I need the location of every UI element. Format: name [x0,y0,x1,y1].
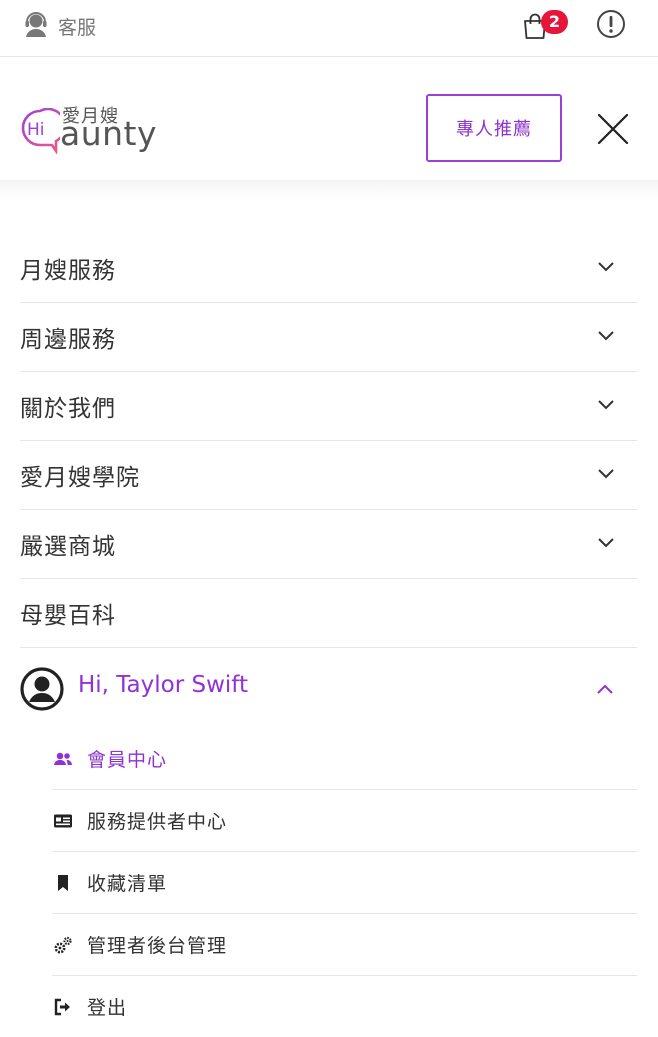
top-bar: 客服 2 [0,0,658,57]
sign-out-icon [52,996,74,1018]
info-button[interactable] [596,9,626,39]
logo-hi-text: Hi [27,120,45,140]
submenu-item-provider-center[interactable]: 服務提供者中心 [52,790,637,852]
menu-item-related-services[interactable]: 周邊服務 [20,303,637,372]
submenu-item-label: 服務提供者中心 [87,811,228,833]
recommend-button[interactable]: 專人推薦 [426,94,562,162]
chevron-down-icon [598,469,614,479]
menu-item-academy[interactable]: 愛月嫂學院 [20,441,637,510]
submenu-item-label: 收藏清單 [87,873,168,895]
menu-item-label: 愛月嫂學院 [20,465,140,491]
user-account-toggle[interactable]: Hi, Taylor Swift [20,664,637,714]
users-icon [52,748,74,770]
hi-bubble-logo: Hi [21,108,60,154]
cart-count-badge: 2 [541,10,568,34]
submenu-item-logout[interactable]: 登出 [52,976,637,1037]
cart-button[interactable]: 2 [522,10,570,42]
gears-icon [52,934,74,956]
menu-item-label: 嚴選商城 [20,534,116,560]
customer-service-label: 客服 [58,16,97,39]
customer-service-link[interactable]: 客服 [22,10,96,42]
id-card-icon [52,810,74,832]
chevron-up-icon [597,684,613,694]
submenu-item-admin[interactable]: 管理者後台管理 [52,914,637,976]
main-menu: 月嫂服務 周邊服務 關於我們 愛月嫂學院 嚴選商城 母嬰百科 [20,234,637,648]
site-logo[interactable]: Hi 愛月嫂 aunty [20,100,160,160]
menu-item-label: 周邊服務 [20,327,116,353]
menu-item-about-us[interactable]: 關於我們 [20,372,637,441]
close-icon [596,113,630,150]
headset-icon [22,10,50,42]
menu-item-shop[interactable]: 嚴選商城 [20,510,637,579]
chevron-down-icon [598,538,614,548]
chevron-down-icon [598,262,614,272]
logo-english-name: aunty [60,114,158,153]
bookmark-icon [52,872,74,894]
menu-item-label: 關於我們 [20,396,116,422]
submenu-item-favorites[interactable]: 收藏清單 [52,852,637,914]
user-greeting: Hi, Taylor Swift [78,672,248,698]
header-divider [0,180,658,200]
avatar-icon [20,667,64,711]
submenu-item-label: 會員中心 [87,749,168,771]
menu-item-postpartum-nanny[interactable]: 月嫂服務 [20,234,637,303]
close-menu-button[interactable] [596,112,630,146]
menu-item-encyclopedia[interactable]: 母嬰百科 [20,579,637,648]
chevron-down-icon [598,331,614,341]
user-submenu: 會員中心 服務提供者中心 收藏清單 管理者後台管理 登出 [52,728,637,1037]
submenu-item-label: 管理者後台管理 [87,935,228,957]
submenu-item-member-center[interactable]: 會員中心 [52,728,637,790]
chevron-down-icon [598,400,614,410]
info-circle-icon [596,10,626,43]
menu-item-label: 母嬰百科 [20,603,116,629]
submenu-item-label: 登出 [87,997,128,1019]
menu-item-label: 月嫂服務 [20,258,116,284]
